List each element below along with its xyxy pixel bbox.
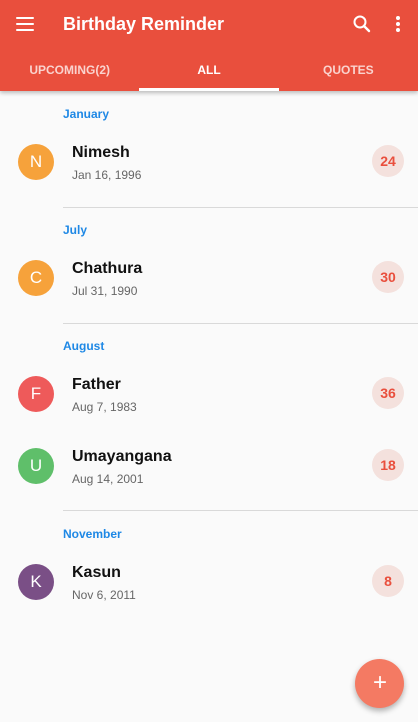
birth-date: Jan 16, 1996 — [72, 168, 142, 182]
person-name: Umayangana — [72, 448, 172, 465]
section-header-november: November — [63, 527, 122, 541]
age-badge: 8 — [372, 565, 404, 597]
add-birthday-button[interactable]: + — [355, 659, 404, 708]
birth-date: Jul 31, 1990 — [72, 284, 138, 298]
list-item[interactable]: U Umayangana Aug 14, 2001 18 — [0, 430, 418, 502]
avatar: N — [18, 144, 54, 180]
add-icon: + — [372, 669, 387, 696]
tab-all[interactable]: ALL — [139, 50, 279, 91]
avatar: C — [18, 260, 54, 296]
divider — [63, 207, 418, 208]
list-item[interactable]: F Father Aug 7, 1983 36 — [0, 358, 418, 430]
app-bar: Birthday Reminder UPCOMING(2) ALL QUOTES — [0, 0, 418, 91]
age-badge: 18 — [372, 449, 404, 481]
age-badge: 36 — [372, 377, 404, 409]
person-name: Chathura — [72, 260, 143, 277]
age-badge: 30 — [372, 261, 404, 293]
avatar: K — [18, 564, 54, 600]
section-header-july: July — [63, 223, 88, 237]
birth-date: Aug 7, 1983 — [72, 400, 137, 414]
section-header-august: August — [63, 339, 105, 353]
list-item[interactable]: K Kasun Nov 6, 2011 8 — [0, 546, 418, 618]
tab-quotes[interactable]: QUOTES — [279, 50, 418, 91]
person-name: Nimesh — [72, 144, 130, 161]
tab-bar: UPCOMING(2) ALL QUOTES — [0, 50, 418, 91]
divider — [63, 510, 418, 511]
menu-icon[interactable] — [10, 10, 38, 38]
app-title: Birthday Reminder — [63, 14, 225, 34]
birth-date: Aug 14, 2001 — [72, 472, 144, 486]
age-badge: 24 — [372, 145, 404, 177]
person-name: Father — [72, 376, 121, 393]
more-vert-icon[interactable] — [388, 12, 408, 36]
section-header-january: January — [63, 107, 110, 121]
search-icon[interactable] — [350, 12, 374, 36]
avatar: F — [18, 376, 54, 412]
divider — [63, 323, 418, 324]
list-item[interactable]: N Nimesh Jan 16, 1996 24 — [0, 126, 418, 198]
person-name: Kasun — [72, 564, 121, 581]
list-item[interactable]: C Chathura Jul 31, 1990 30 — [0, 242, 418, 314]
avatar: U — [18, 448, 54, 484]
tab-upcoming[interactable]: UPCOMING(2) — [0, 50, 139, 91]
birth-date: Nov 6, 2011 — [72, 588, 136, 602]
